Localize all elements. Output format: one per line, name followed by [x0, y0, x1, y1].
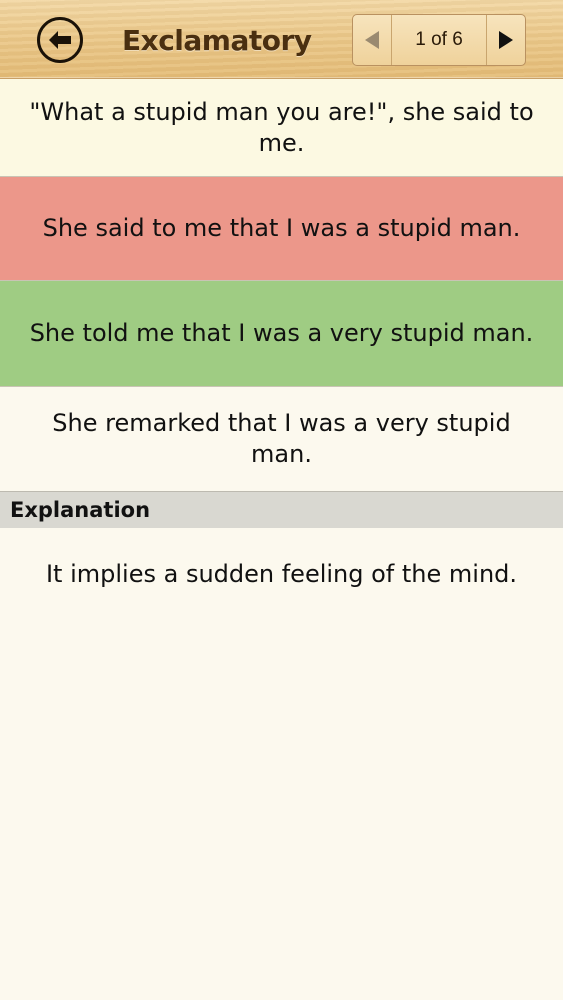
triangle-right-icon: [499, 31, 513, 49]
answer-option[interactable]: She remarked that I was a very stupid ma…: [0, 387, 563, 492]
triangle-left-icon: [365, 31, 379, 49]
answer-option-correct[interactable]: She told me that I was a very stupid man…: [0, 281, 563, 387]
header-bar: Exclamatory 1 of 6: [0, 0, 563, 79]
explanation-text: It implies a sudden feeling of the mind.: [45, 560, 518, 588]
pager: 1 of 6: [352, 14, 526, 66]
previous-button[interactable]: [353, 15, 392, 65]
back-button[interactable]: [37, 17, 83, 63]
page-title: Exclamatory: [122, 24, 312, 57]
next-button[interactable]: [486, 15, 525, 65]
explanation-heading: Explanation: [0, 492, 563, 528]
answer-option-wrong[interactable]: She said to me that I was a stupid man.: [0, 177, 563, 281]
page-count: 1 of 6: [415, 29, 463, 50]
question-text: "What a stupid man you are!", she said t…: [0, 79, 563, 177]
back-arrow-icon: [49, 31, 71, 49]
